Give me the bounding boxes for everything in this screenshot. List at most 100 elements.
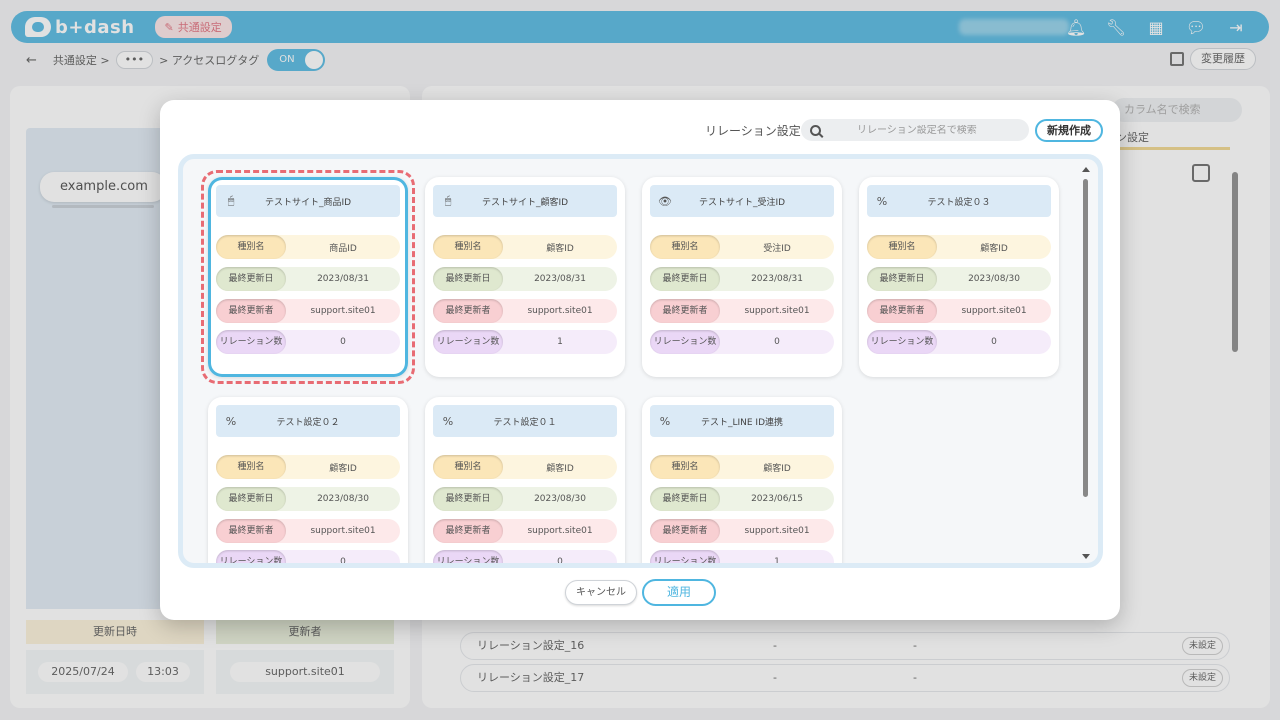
card-type-row: 種別名 顧客ID xyxy=(650,455,834,479)
updater-label: 最終更新者 xyxy=(867,299,937,323)
type-value: 顧客ID xyxy=(980,243,1008,254)
search-icon xyxy=(810,124,821,136)
mouse-icon: 🖱︎ xyxy=(444,194,452,207)
type-label: 種別名 xyxy=(650,455,720,479)
relation-card[interactable]: 👁︎ テストサイト_受注ID 種別名 受注ID 最終更新日 2023/08/31 最終更新者… xyxy=(642,177,842,377)
updated-value: 2023/08/30 xyxy=(534,494,586,504)
updater-label: 最終更新者 xyxy=(433,519,503,543)
card-title: テストサイト_顧客ID xyxy=(481,197,569,208)
type-label: 種別名 xyxy=(216,455,286,479)
type-value: 顧客ID xyxy=(329,463,357,474)
type-value: 顧客ID xyxy=(763,463,791,474)
card-title: テストサイト_受注ID xyxy=(698,197,786,208)
relation-card[interactable]: % テスト設定０３ 種別名 顧客ID 最終更新日 2023/08/30 最終更新者 suppo… xyxy=(859,177,1059,377)
apply-button[interactable]: 適用 xyxy=(642,579,716,606)
type-label: 種別名 xyxy=(650,235,720,259)
scroll-thumb[interactable] xyxy=(1083,179,1088,497)
card-type-row: 種別名 顧客ID xyxy=(433,235,617,259)
card-type-row: 種別名 受注ID xyxy=(650,235,834,259)
relation-card[interactable]: % テスト設定０１ 種別名 顧客ID 最終更新日 2023/08/30 最終更新者 suppo… xyxy=(425,397,625,563)
updater-label: 最終更新者 xyxy=(650,519,720,543)
card-header: % テスト設定０１ xyxy=(433,405,617,437)
updater-value: support.site01 xyxy=(310,306,376,316)
type-value: 顧客ID xyxy=(546,463,574,474)
relation-search-box[interactable] xyxy=(801,119,1029,141)
card-relations-row: リレーション数 0 xyxy=(216,330,400,354)
card-type-row: 種別名 顧客ID xyxy=(433,455,617,479)
updater-value: support.site01 xyxy=(744,306,810,316)
card-title: テストサイト_商品ID xyxy=(264,197,352,208)
updater-value: support.site01 xyxy=(527,306,593,316)
relations-value: 1 xyxy=(774,557,780,563)
card-updater-row: 最終更新者 support.site01 xyxy=(650,299,834,323)
type-label: 種別名 xyxy=(867,235,937,259)
card-list: 🖱︎ テストサイト_商品ID 種別名 商品ID 最終更新日 2023/08/31 最終更新者… xyxy=(183,159,1063,563)
updater-value: support.site01 xyxy=(744,526,810,536)
card-relations-row: リレーション数 0 xyxy=(433,550,617,563)
type-label: 種別名 xyxy=(216,235,286,259)
updated-label: 最終更新日 xyxy=(433,487,503,511)
relation-search-input[interactable] xyxy=(857,124,1017,136)
relations-value: 0 xyxy=(991,337,997,347)
type-label: 種別名 xyxy=(433,455,503,479)
updated-value: 2023/08/31 xyxy=(751,274,803,284)
updater-label: 最終更新者 xyxy=(650,299,720,323)
relations-label: リレーション数 xyxy=(650,550,720,563)
relations-value: 0 xyxy=(557,557,563,563)
relations-label: リレーション数 xyxy=(216,550,286,563)
updater-value: support.site01 xyxy=(961,306,1027,316)
card-updated-row: 最終更新日 2023/08/31 xyxy=(216,267,400,291)
card-updated-row: 最終更新日 2023/08/31 xyxy=(650,267,834,291)
relations-label: リレーション数 xyxy=(433,550,503,563)
card-relations-row: リレーション数 0 xyxy=(650,330,834,354)
eye-icon: 👁︎ xyxy=(658,194,672,208)
updater-value: support.site01 xyxy=(527,526,593,536)
updated-value: 2023/08/31 xyxy=(317,274,369,284)
card-relations-row: リレーション数 0 xyxy=(867,330,1051,354)
card-updated-row: 最終更新日 2023/08/30 xyxy=(867,267,1051,291)
type-value: 顧客ID xyxy=(546,243,574,254)
cancel-button[interactable]: キャンセル xyxy=(565,580,637,605)
scroll-down-icon[interactable] xyxy=(1082,554,1090,559)
card-relations-row: リレーション数 1 xyxy=(433,330,617,354)
scroll-up-icon[interactable] xyxy=(1082,167,1090,172)
updater-value: support.site01 xyxy=(310,526,376,536)
card-title: テスト設定０２ xyxy=(276,417,340,428)
updated-value: 2023/08/30 xyxy=(968,274,1020,284)
percent-icon: % xyxy=(225,414,237,428)
card-type-row: 種別名 顧客ID xyxy=(216,455,400,479)
card-header: % テスト設定０３ xyxy=(867,185,1051,217)
card-header: % テスト_LINE ID連携 xyxy=(650,405,834,437)
relations-label: リレーション数 xyxy=(216,330,286,354)
card-relations-row: リレーション数 0 xyxy=(216,550,400,563)
updater-label: 最終更新者 xyxy=(216,519,286,543)
relation-card[interactable]: % テスト_LINE ID連携 種別名 顧客ID 最終更新日 2023/06/15 最終更新… xyxy=(642,397,842,563)
relation-card[interactable]: % テスト設定０２ 種別名 顧客ID 最終更新日 2023/08/30 最終更新者 suppo… xyxy=(208,397,408,563)
card-updated-row: 最終更新日 2023/08/30 xyxy=(216,487,400,511)
relations-value: 1 xyxy=(557,337,563,347)
card-updater-row: 最終更新者 support.site01 xyxy=(433,299,617,323)
relation-card[interactable]: 🖱︎ テストサイト_顧客ID 種別名 顧客ID 最終更新日 2023/08/31 最終更新者… xyxy=(425,177,625,377)
card-type-row: 種別名 顧客ID xyxy=(867,235,1051,259)
card-updater-row: 最終更新者 support.site01 xyxy=(867,299,1051,323)
type-label: 種別名 xyxy=(433,235,503,259)
updater-label: 最終更新者 xyxy=(216,299,286,323)
card-updater-row: 最終更新者 support.site01 xyxy=(433,519,617,543)
card-title: テスト_LINE ID連携 xyxy=(700,417,784,428)
relation-card[interactable]: 🖱︎ テストサイト_商品ID 種別名 商品ID 最終更新日 2023/08/31 最終更新者… xyxy=(208,177,408,377)
card-updated-row: 最終更新日 2023/08/30 xyxy=(433,487,617,511)
card-header: 🖱︎ テストサイト_顧客ID xyxy=(433,185,617,217)
relations-value: 0 xyxy=(340,337,346,347)
new-create-button[interactable]: 新規作成 xyxy=(1035,119,1103,142)
card-type-row: 種別名 商品ID xyxy=(216,235,400,259)
card-scrollbar[interactable] xyxy=(1081,163,1091,561)
updated-label: 最終更新日 xyxy=(216,487,286,511)
updated-value: 2023/08/30 xyxy=(317,494,369,504)
relation-select-modal: リレーション設定を選択しましょう。 新規作成 🖱︎ テストサイト_商品ID 種別名 商… xyxy=(160,100,1120,620)
card-header: 👁︎ テストサイト_受注ID xyxy=(650,185,834,217)
card-updater-row: 最終更新者 support.site01 xyxy=(650,519,834,543)
updated-label: 最終更新日 xyxy=(433,267,503,291)
card-header: % テスト設定０２ xyxy=(216,405,400,437)
card-updater-row: 最終更新者 support.site01 xyxy=(216,299,400,323)
updated-value: 2023/08/31 xyxy=(534,274,586,284)
